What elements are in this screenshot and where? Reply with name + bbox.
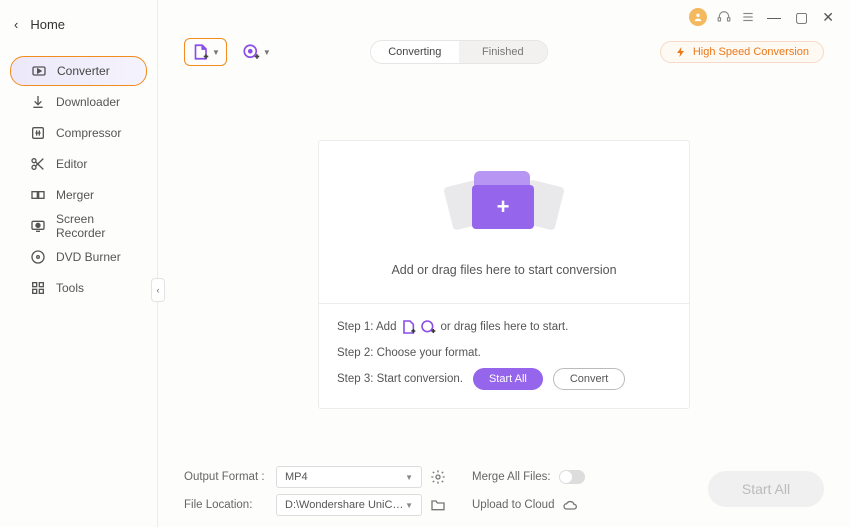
tab-converting[interactable]: Converting xyxy=(371,41,459,63)
step1-suffix: or drag files here to start. xyxy=(440,321,568,333)
minimize-button[interactable]: — xyxy=(765,9,783,25)
sidebar-item-tools[interactable]: Tools xyxy=(10,273,147,303)
sidebar-item-label: Converter xyxy=(57,64,110,78)
file-location-label: File Location: xyxy=(184,499,268,511)
maximize-button[interactable]: ▢ xyxy=(793,9,810,26)
grid-icon xyxy=(30,280,46,296)
footer: Output Format : MP4 ▼ Merge All Files: xyxy=(158,463,850,519)
video-convert-icon xyxy=(31,63,47,79)
close-button[interactable]: ✕ xyxy=(820,9,836,26)
dropzone-message: Add or drag files here to start conversi… xyxy=(331,263,677,277)
step-2: Step 2: Choose your format. xyxy=(337,340,671,366)
sidebar-item-label: Compressor xyxy=(56,126,121,140)
upload-label: Upload to Cloud xyxy=(472,499,554,511)
user-avatar[interactable] xyxy=(689,8,707,26)
drop-zone[interactable]: + Add or drag files here to start conver… xyxy=(318,140,690,409)
sidebar-item-screen-recorder[interactable]: Screen Recorder xyxy=(10,211,147,241)
chevron-down-icon: ▼ xyxy=(405,473,413,482)
sidebar-item-label: Screen Recorder xyxy=(56,212,135,240)
merge-toggle[interactable] xyxy=(559,470,585,484)
sidebar-item-label: Tools xyxy=(56,281,84,295)
compress-icon xyxy=(30,125,46,141)
start-all-pill-button[interactable]: Start All xyxy=(473,368,543,390)
toolbar: ▼ ▼ Converting Finished High Speed Conve… xyxy=(158,34,850,76)
scissors-icon xyxy=(30,156,46,172)
disc-icon xyxy=(30,249,46,265)
open-folder-icon[interactable] xyxy=(430,497,446,513)
add-file-icon xyxy=(191,43,209,61)
sidebar-item-downloader[interactable]: Downloader xyxy=(10,87,147,117)
output-format-select[interactable]: MP4 ▼ xyxy=(276,466,422,488)
sidebar: ‹ Home Converter Downloader Compressor Edit… xyxy=(0,0,158,527)
add-file-button[interactable]: ▼ xyxy=(184,38,227,66)
step-1: Step 1: Add or drag files here to start. xyxy=(337,314,671,340)
sidebar-item-label: Downloader xyxy=(56,95,120,109)
instruction-steps: Step 1: Add or drag files here to start.… xyxy=(319,303,689,408)
merge-label: Merge All Files: xyxy=(472,471,551,483)
record-icon xyxy=(30,218,46,234)
home-button[interactable]: ‹ Home xyxy=(0,0,157,48)
file-location-value: D:\Wondershare UniConverter 1 xyxy=(285,499,405,511)
sidebar-item-merger[interactable]: Merger xyxy=(10,180,147,210)
sidebar-item-label: DVD Burner xyxy=(56,250,121,264)
add-dvd-icon xyxy=(242,43,260,61)
download-icon xyxy=(30,94,46,110)
step-3: Step 3: Start conversion. Start All Conv… xyxy=(337,366,671,392)
add-dvd-button[interactable]: ▼ xyxy=(235,38,278,66)
speed-badge-label: High Speed Conversion xyxy=(693,46,809,58)
high-speed-badge[interactable]: High Speed Conversion xyxy=(660,41,824,63)
sidebar-item-converter[interactable]: Converter xyxy=(10,56,147,86)
merge-icon xyxy=(30,187,46,203)
file-location-select[interactable]: D:\Wondershare UniConverter 1 ▼ xyxy=(276,494,422,516)
sidebar-item-dvd-burner[interactable]: DVD Burner xyxy=(10,242,147,272)
start-all-button[interactable]: Start All xyxy=(708,471,824,507)
main-panel: — ▢ ✕ ▼ ▼ Conver xyxy=(158,0,850,527)
title-bar: — ▢ ✕ xyxy=(158,0,850,34)
sidebar-item-compressor[interactable]: Compressor xyxy=(10,118,147,148)
headset-icon[interactable] xyxy=(717,10,731,24)
status-tabs: Converting Finished xyxy=(370,40,548,64)
sidebar-item-editor[interactable]: Editor xyxy=(10,149,147,179)
lightning-icon xyxy=(675,46,687,58)
back-chevron-icon: ‹ xyxy=(14,17,18,32)
settings-gear-icon[interactable] xyxy=(430,469,446,485)
output-format-value: MP4 xyxy=(285,471,308,483)
add-dvd-icon xyxy=(420,319,436,335)
cloud-icon[interactable] xyxy=(562,497,578,513)
add-file-icon xyxy=(400,319,416,335)
sidebar-item-label: Editor xyxy=(56,157,87,171)
chevron-down-icon: ▼ xyxy=(263,48,271,57)
step1-prefix: Step 1: Add xyxy=(337,321,396,333)
home-label: Home xyxy=(30,17,65,32)
sidebar-item-label: Merger xyxy=(56,188,94,202)
menu-icon[interactable] xyxy=(741,10,755,24)
step3-text: Step 3: Start conversion. xyxy=(337,373,463,385)
folder-plus-icon: + xyxy=(444,169,564,245)
chevron-down-icon: ▼ xyxy=(212,48,220,57)
chevron-down-icon: ▼ xyxy=(405,501,413,510)
output-format-label: Output Format : xyxy=(184,471,268,483)
tab-finished[interactable]: Finished xyxy=(459,41,547,63)
convert-pill-button[interactable]: Convert xyxy=(553,368,626,390)
